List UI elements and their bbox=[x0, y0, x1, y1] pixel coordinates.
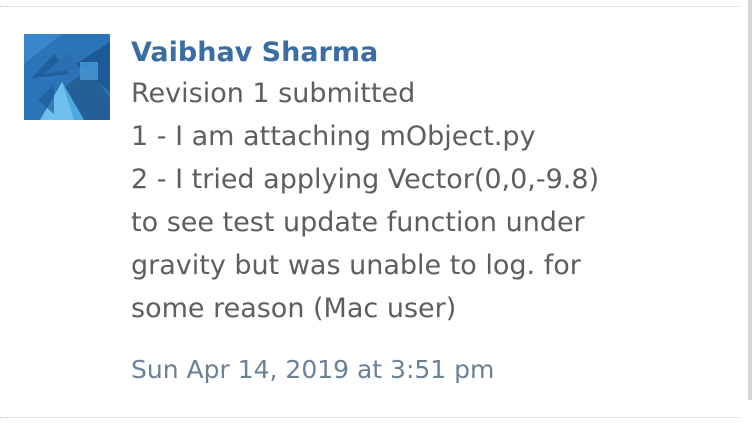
bottom-divider bbox=[0, 416, 740, 418]
comment-body: Vaibhav Sharma Revision 1 submitted 1 - … bbox=[131, 34, 721, 388]
top-divider bbox=[0, 0, 740, 7]
comment-line-5: gravity but was unable to log. for bbox=[131, 250, 581, 281]
comment-line-6: some reason (Mac user) bbox=[131, 293, 457, 324]
comment-line-1: Revision 1 submitted bbox=[131, 78, 416, 109]
comment-line-3: 2 - I tried applying Vector(0,0,-9.8) bbox=[131, 164, 600, 195]
comment-line-2: 1 - I am attaching mObject.py bbox=[131, 121, 536, 152]
comment-panel: Vaibhav Sharma Revision 1 submitted 1 - … bbox=[0, 0, 752, 424]
scrollbar-track[interactable] bbox=[748, 0, 752, 400]
blue-triangle-pattern-avatar-icon bbox=[24, 34, 110, 120]
avatar[interactable] bbox=[24, 34, 110, 120]
author-link[interactable]: Vaibhav Sharma bbox=[131, 34, 721, 72]
comment-line-4: to see test update function under bbox=[131, 207, 585, 238]
comment-timestamp: Sun Apr 14, 2019 at 3:51 pm bbox=[131, 355, 495, 384]
